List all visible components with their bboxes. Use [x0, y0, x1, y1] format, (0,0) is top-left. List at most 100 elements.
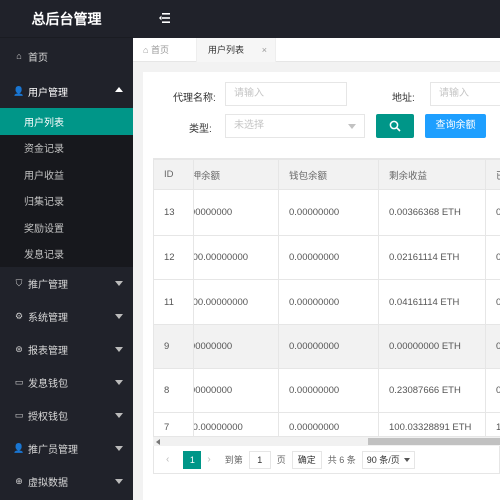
home-icon: ⌂ — [143, 45, 149, 55]
tab-user-list[interactable]: 用户列表 × — [196, 38, 276, 62]
sidebar-item-label: 推广员管理 — [28, 445, 78, 456]
wallet-icon: ▭ — [14, 410, 24, 420]
table-row[interactable]: 13 0.00000000 0.00000000 0.00366368 ETH … — [153, 189, 500, 236]
user-icon: 👤 — [13, 443, 25, 453]
sidebar-subitem-fund-records[interactable]: 资金记录 — [0, 135, 133, 162]
page-1-button[interactable]: 1 — [183, 450, 202, 469]
chevron-up-icon — [115, 87, 123, 92]
sidebar-item-interest-wallet[interactable]: ▭ 发息钱包 — [0, 366, 133, 399]
cell-id: 9 — [153, 324, 194, 369]
search-icon — [389, 120, 401, 132]
sidebar-item-label: 发息钱包 — [28, 379, 68, 390]
sidebar-item-label: 授权钱包 — [28, 412, 68, 423]
user-table: ID 质押余额 钱包余额 剩余收益 已 13 0.00000000 0.0000… — [153, 158, 500, 446]
table-body: ID 质押余额 钱包余额 剩余收益 已 13 0.00000000 0.0000… — [153, 159, 500, 443]
sidebar-item-label: 用户管理 — [28, 87, 68, 99]
cell-pledge: 0.00000000 — [193, 368, 279, 413]
tab-user-list-label: 用户列表 — [208, 45, 245, 55]
chevron-down-icon — [115, 479, 123, 484]
address-label: 地址: — [392, 93, 415, 104]
cell-next: 0 — [485, 368, 500, 413]
sidebar-item-virtual-data[interactable]: ⊕ 虚拟数据 — [0, 465, 133, 498]
sidebar-item-promotion[interactable]: ⛉ 推广管理 — [0, 267, 133, 300]
col-header-wallet[interactable]: 钱包余额 — [278, 159, 379, 190]
cell-id: 11 — [153, 279, 194, 325]
globe-icon: ⊕ — [15, 476, 23, 486]
sidebar-item-auth-wallet[interactable]: ▭ 授权钱包 — [0, 399, 133, 432]
sidebar-subitem-reward-settings[interactable]: 奖励设置 — [0, 214, 133, 241]
tab-home-label: 首页 — [150, 45, 169, 55]
gear-icon: ⚙ — [14, 311, 24, 321]
cell-id: 13 — [153, 189, 194, 236]
chart-icon: ⊛ — [15, 344, 23, 354]
close-icon[interactable]: × — [262, 38, 267, 62]
col-header-pledge[interactable]: 质押余额 — [193, 159, 279, 190]
cell-wallet: 0.00000000 — [278, 279, 379, 325]
page-size-select[interactable]: 90 条/页 — [361, 450, 415, 469]
cell-next: 0 — [485, 235, 500, 280]
scrollbar-thumb[interactable] — [368, 438, 500, 445]
col-header-id[interactable]: ID — [153, 159, 194, 190]
agent-name-input[interactable]: 请输入 — [225, 82, 347, 106]
goto-page-input[interactable]: 1 — [248, 450, 271, 469]
cell-next: 0 — [485, 189, 500, 236]
table-header-row: ID 质押余额 钱包余额 剩余收益 已 — [153, 159, 500, 190]
sidebar-item-label: 首页 — [28, 52, 48, 64]
chevron-down-icon — [115, 413, 123, 418]
sidebar-item-reports[interactable]: ⊛ 报表管理 — [0, 333, 133, 366]
sidebar-item-promoter[interactable]: 👤 推广员管理 — [0, 432, 133, 465]
user-icon: 👤 — [13, 85, 25, 96]
col-header-remaining[interactable]: 剩余收益 — [378, 159, 486, 190]
sidebar-item-user-management[interactable]: 👤 用户管理 — [0, 74, 133, 108]
type-select-value: 未选择 — [234, 120, 264, 131]
chevron-down-icon — [115, 281, 123, 286]
next-page-button[interactable]: › — [207, 454, 210, 465]
page-size-value: 90 条/页 — [366, 454, 400, 465]
query-balance-button[interactable]: 查询余额 — [425, 114, 486, 138]
pagination: ‹ 1 › 到第 1 页 确定 共 6 条 90 条/页 — [153, 446, 500, 474]
scroll-left-icon[interactable] — [156, 439, 160, 445]
table-row[interactable]: 12 1000.00000000 0.00000000 0.02161114 E… — [153, 235, 500, 280]
table-row[interactable]: 9 0.00000000 0.00000000 0.00000000 ETH 0 — [153, 324, 500, 369]
sidebar-item-system[interactable]: ⚙ 系统管理 — [0, 300, 133, 333]
home-icon: ⌂ — [16, 51, 22, 61]
sidebar-item-label: 虚拟数据 — [28, 478, 68, 489]
tab-home[interactable]: ⌂ 首页 — [143, 38, 169, 62]
type-select[interactable]: 未选择 — [225, 114, 365, 138]
menu-fold-icon[interactable] — [159, 13, 170, 26]
main-panel: 代理名称: 请输入 地址: 请输入 类型: 未选择 查询余额 ID 质押余额 钱… — [143, 72, 500, 500]
sidebar-item-home[interactable]: ⌂ 首页 — [0, 38, 133, 74]
goto-label: 到第 — [224, 455, 243, 465]
cell-wallet: 0.00000000 — [278, 189, 379, 236]
prev-page-button[interactable]: ‹ — [166, 454, 169, 465]
cell-remaining: 0.00366368 ETH — [378, 189, 486, 236]
chevron-down-icon — [115, 314, 123, 319]
goto-confirm-button[interactable]: 确定 — [291, 450, 322, 469]
sidebar-item-label: 报表管理 — [28, 346, 68, 357]
table-row[interactable]: 11 1000.00000000 0.00000000 0.04161114 E… — [153, 279, 500, 325]
table-row[interactable]: 8 0.00000000 0.00000000 0.23087666 ETH 0 — [153, 368, 500, 413]
cell-pledge: 1000.00000000 — [193, 235, 279, 280]
agent-name-label: 代理名称: — [173, 93, 216, 104]
cell-wallet: 0.00000000 — [278, 368, 379, 413]
sidebar-subitem-user-earnings[interactable]: 用户收益 — [0, 161, 133, 188]
horizontal-scrollbar[interactable] — [153, 436, 500, 446]
col-header-next[interactable]: 已 — [485, 159, 500, 190]
chevron-down-icon — [403, 457, 410, 462]
cell-id: 12 — [153, 235, 194, 280]
wallet-icon: ▭ — [14, 377, 24, 387]
cell-wallet: 0.00000000 — [278, 324, 379, 369]
total-count: 共 6 条 — [327, 455, 356, 465]
search-button[interactable] — [376, 114, 414, 138]
sidebar-subitem-interest-records[interactable]: 发息记录 — [0, 241, 133, 268]
cell-remaining: 0.02161114 ETH — [378, 235, 486, 280]
cell-next: 0 — [485, 324, 500, 369]
shield-icon: ⛉ — [15, 278, 23, 288]
address-input[interactable]: 请输入 — [430, 82, 500, 106]
sidebar-subitem-collection-records[interactable]: 归集记录 — [0, 188, 133, 215]
submenu-user-management: 用户列表 资金记录 用户收益 归集记录 奖励设置 发息记录 — [0, 108, 133, 267]
chevron-down-icon — [115, 380, 123, 385]
page-unit-label: 页 — [276, 455, 286, 465]
sidebar-subitem-user-list[interactable]: 用户列表 — [0, 108, 133, 135]
type-label: 类型: — [189, 124, 212, 135]
